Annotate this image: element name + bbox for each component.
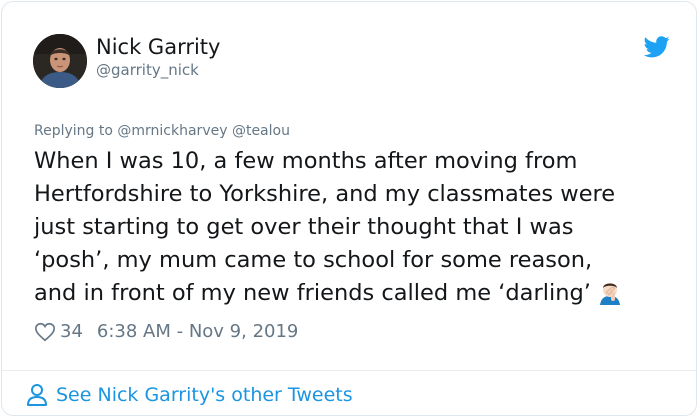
replying-prefix: Replying to — [34, 123, 113, 139]
footer-divider — [2, 370, 696, 371]
avatar[interactable] — [33, 34, 87, 88]
mention-link[interactable]: @mrnickharvey — [117, 123, 227, 139]
see-other-tweets-label: See Nick Garrity's other Tweets — [56, 384, 353, 406]
man-facepalming-emoji-icon — [599, 283, 620, 305]
mention-link[interactable]: @tealou — [232, 123, 290, 139]
avatar-photo-icon — [33, 34, 87, 88]
heart-icon[interactable] — [34, 321, 56, 343]
tweet-text-line: Hertfordshire to Yorkshire, and my class… — [34, 181, 616, 207]
tweet-text: When I was 10, a few months after moving… — [34, 145, 684, 310]
tweet-meta: 34 6:38 AM - Nov 9, 2019 — [34, 320, 298, 344]
replying-to: Replying to @mrnickharvey @tealou — [34, 122, 290, 140]
see-other-tweets-link[interactable]: See Nick Garrity's other Tweets — [26, 382, 353, 408]
like-count[interactable]: 34 — [60, 320, 83, 344]
user-handle[interactable]: @garrity_nick — [96, 60, 199, 80]
tweet-text-line-last: and in front of my new friends called me… — [34, 277, 684, 310]
tweet-text-line: When I was 10, a few months after moving… — [34, 148, 578, 174]
person-icon — [27, 384, 47, 406]
tweet-text-line: just starting to get over their thought … — [34, 214, 574, 240]
twitter-bird-icon[interactable] — [644, 36, 670, 58]
tweet-card: Nick Garrity @garrity_nick Replying to @… — [1, 1, 697, 416]
tweet-text-line: and in front of my new friends called me… — [34, 280, 591, 306]
display-name[interactable]: Nick Garrity — [96, 34, 220, 60]
timestamp[interactable]: 6:38 AM - Nov 9, 2019 — [97, 320, 298, 344]
tweet-text-line: ‘posh’, my mum came to school for some r… — [34, 247, 593, 273]
